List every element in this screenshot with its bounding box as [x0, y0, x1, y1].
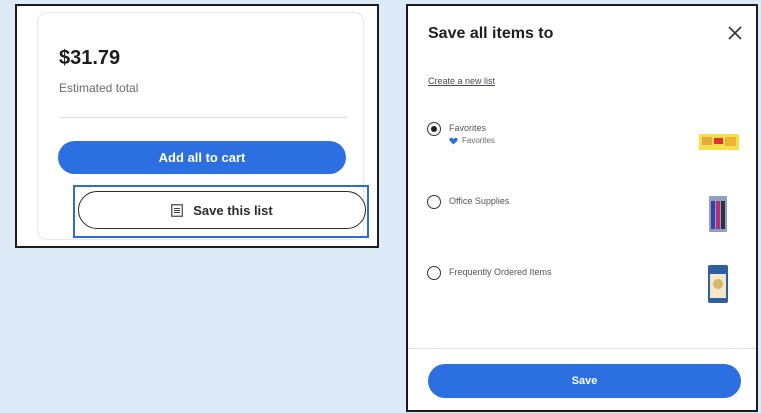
list-option-sublabel: Favorites	[449, 136, 495, 145]
save-this-list-button[interactable]: Save this list	[78, 191, 366, 229]
list-icon	[171, 203, 184, 217]
summary-panel: $31.79 Estimated total Add all to cart S…	[15, 4, 379, 248]
estimated-total-amount: $31.79	[59, 47, 121, 69]
frequently-ordered-product-thumbnail	[708, 265, 728, 303]
list-option-sublabel-text: Favorites	[462, 136, 495, 145]
list-option-label: Favorites	[449, 123, 487, 133]
save-this-list-label: Save this list	[193, 202, 273, 218]
modal-title: Save all items to	[428, 25, 554, 42]
save-button-label: Save	[571, 375, 598, 387]
office-supplies-product-thumbnail	[709, 196, 727, 232]
divider	[59, 117, 347, 118]
list-option-label: Frequently Ordered Items	[449, 267, 552, 277]
list-option-label: Office Supplies	[449, 196, 510, 206]
create-new-list-link[interactable]: Create a new list	[428, 76, 495, 86]
heart-icon	[449, 137, 458, 145]
add-all-to-cart-label: Add all to cart	[158, 150, 246, 165]
favorites-product-thumbnail	[699, 134, 739, 150]
radio-favorites[interactable]	[427, 122, 441, 136]
save-button[interactable]: Save	[428, 364, 741, 398]
list-option-office-supplies[interactable]: Office Supplies	[427, 195, 742, 239]
total-card: $31.79 Estimated total Add all to cart S…	[37, 12, 369, 240]
modal-footer-divider	[408, 348, 756, 349]
add-all-to-cart-button[interactable]: Add all to cart	[58, 141, 346, 174]
list-option-frequently-ordered[interactable]: Frequently Ordered Items	[427, 265, 742, 310]
radio-office-supplies[interactable]	[427, 195, 441, 209]
close-icon[interactable]	[726, 24, 744, 42]
estimated-total-label: Estimated total	[59, 81, 139, 95]
save-items-modal: Save all items to Create a new list Favo…	[406, 4, 758, 412]
radio-frequently-ordered[interactable]	[427, 266, 441, 280]
list-option-favorites[interactable]: Favorites Favorites	[427, 122, 742, 166]
